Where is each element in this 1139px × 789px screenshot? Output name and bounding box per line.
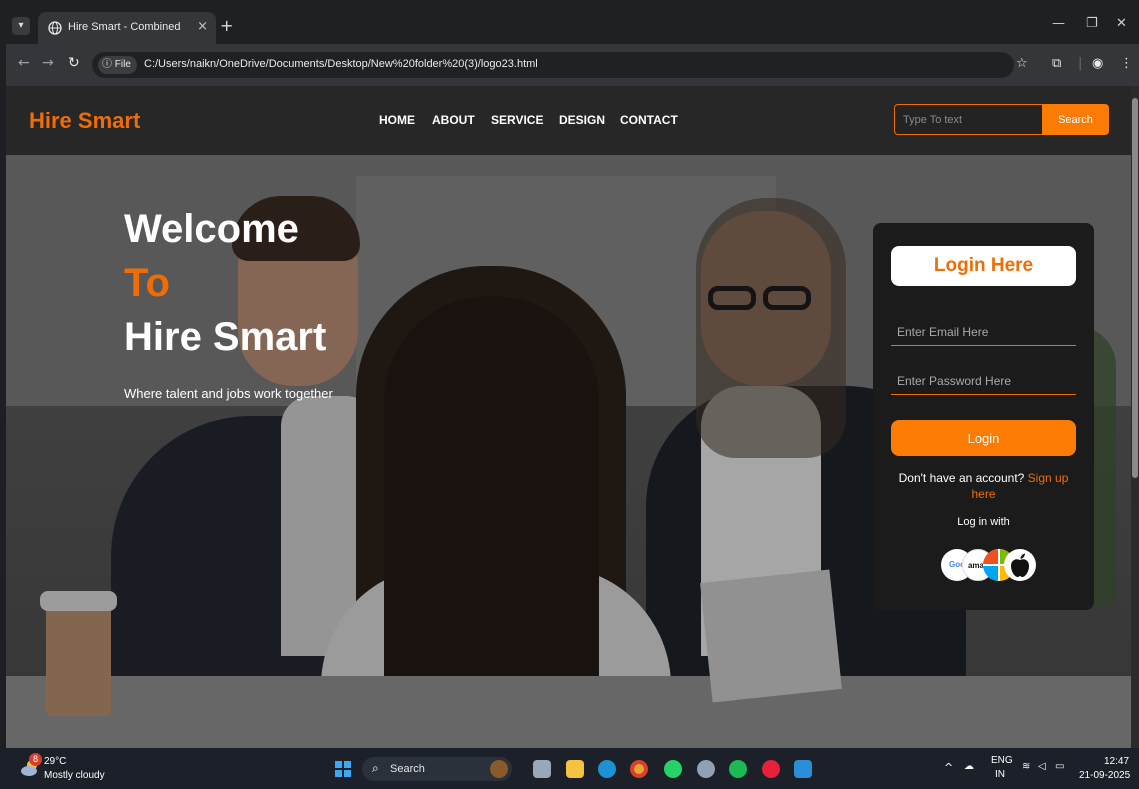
site-search-button[interactable]: Search	[1042, 104, 1109, 135]
settings-icon[interactable]	[697, 760, 715, 778]
address-bar[interactable]: ⓘ File C:/Users/naikn/OneDrive/Documents…	[92, 52, 1014, 78]
reload-icon[interactable]: ↻	[68, 55, 80, 71]
forward-icon[interactable]: →	[42, 55, 54, 71]
language-indicator[interactable]: ENG	[991, 755, 1013, 766]
nav-design[interactable]: DESIGN	[559, 113, 605, 127]
nav-about[interactable]: ABOUT	[432, 113, 475, 127]
menu-icon[interactable]: ⋮	[1120, 56, 1133, 71]
site-navbar: Hire Smart HOME ABOUT SERVICE DESIGN CON…	[6, 86, 1131, 155]
profile-icon[interactable]: ◉	[1092, 56, 1103, 71]
site-logo[interactable]: Hire Smart	[29, 108, 140, 134]
file-chip-label: File	[114, 59, 131, 70]
chevron-up-icon[interactable]: ^	[944, 761, 953, 774]
toolbar-divider: |	[1078, 56, 1083, 71]
signup-prompt: Don't have an account? Sign up here	[891, 470, 1076, 502]
whatsapp-icon[interactable]	[664, 760, 682, 778]
edge-icon[interactable]	[598, 760, 616, 778]
nav-home[interactable]: HOME	[379, 113, 415, 127]
info-icon: ⓘ	[102, 59, 112, 70]
page-viewport: Hire Smart HOME ABOUT SERVICE DESIGN CON…	[6, 86, 1131, 748]
tab-title: Hire Smart - Combined	[68, 21, 181, 33]
nav-contact[interactable]: CONTACT	[620, 113, 678, 127]
tab-search-button[interactable]: ▾	[12, 17, 30, 35]
login-title: Login Here	[891, 246, 1076, 286]
bookmark-star-icon[interactable]: ☆	[1016, 56, 1028, 71]
clock-date[interactable]: 21-09-2025	[1079, 770, 1130, 781]
back-icon[interactable]: ←	[18, 55, 30, 71]
login-card: Login Here Login Don't have an account? …	[873, 223, 1094, 610]
tab-close-icon[interactable]: ×	[197, 19, 208, 34]
search-icon: ⌕	[372, 761, 379, 775]
wifi-icon[interactable]: ≋	[1022, 761, 1030, 772]
opera-icon[interactable]	[762, 760, 780, 778]
scroll-thumb[interactable]	[1132, 98, 1138, 478]
minimize-icon[interactable]: —	[1052, 16, 1065, 31]
window-close-icon[interactable]: ✕	[1116, 16, 1127, 31]
weather-description[interactable]: Mostly cloudy	[44, 770, 105, 781]
globe-icon	[48, 21, 62, 35]
hero-brand: Hire Smart	[124, 315, 327, 359]
battery-icon[interactable]: ▭	[1055, 761, 1064, 772]
taskbar-search-label: Search	[390, 763, 425, 775]
tray-app-icon[interactable]: ☁	[964, 761, 974, 772]
new-tab-button[interactable]: +	[220, 16, 233, 35]
password-field[interactable]	[891, 367, 1076, 395]
clock-time[interactable]: 12:47	[1104, 756, 1129, 767]
nav-service[interactable]: SERVICE	[491, 113, 543, 127]
chrome-icon[interactable]	[630, 760, 648, 778]
weather-temperature[interactable]: 29°C	[44, 756, 66, 767]
site-info-chip[interactable]: ⓘ File	[98, 56, 137, 74]
no-account-text: Don't have an account?	[898, 471, 1025, 485]
weather-alert-badge: 8	[29, 753, 42, 766]
page-scrollbar[interactable]	[1131, 86, 1139, 748]
browser-toolbar: ← → ↻ ⓘ File C:/Users/naikn/OneDrive/Doc…	[6, 44, 1139, 86]
hero-tagline: Where talent and jobs work together	[124, 386, 333, 401]
region-indicator[interactable]: IN	[995, 769, 1005, 780]
vscode-icon[interactable]	[794, 760, 812, 778]
volume-icon[interactable]: ◁	[1038, 761, 1046, 772]
widgets-app-icon[interactable]	[490, 760, 508, 778]
windows-taskbar: 8 29°C Mostly cloudy ⌕ Search ^ ☁ ENG IN…	[0, 748, 1139, 789]
hero-welcome: Welcome	[124, 207, 299, 251]
url-text[interactable]: C:/Users/naikn/OneDrive/Documents/Deskto…	[144, 58, 538, 70]
login-button[interactable]: Login	[891, 420, 1076, 456]
file-explorer-icon[interactable]	[566, 760, 584, 778]
task-view-icon[interactable]	[533, 760, 551, 778]
apple-icon[interactable]	[1004, 549, 1036, 581]
restore-icon[interactable]: ❐	[1086, 16, 1098, 31]
apple-logo	[1011, 553, 1029, 577]
browser-tab-bar: ▾ Hire Smart - Combined × + — ❐ ✕	[6, 6, 1139, 44]
site-search-input[interactable]	[894, 104, 1042, 135]
email-field[interactable]	[891, 318, 1076, 346]
desktop-screen: ▾ Hire Smart - Combined × + — ❐ ✕ ← → ↻ …	[0, 0, 1139, 789]
log-in-with-label: Log in with	[957, 516, 1010, 528]
hero-to: To	[124, 261, 170, 305]
windows-start-icon[interactable]	[335, 761, 351, 777]
spotify-icon[interactable]	[729, 760, 747, 778]
extensions-icon[interactable]: ⧉	[1052, 56, 1061, 71]
browser-tab[interactable]: Hire Smart - Combined ×	[38, 12, 216, 44]
